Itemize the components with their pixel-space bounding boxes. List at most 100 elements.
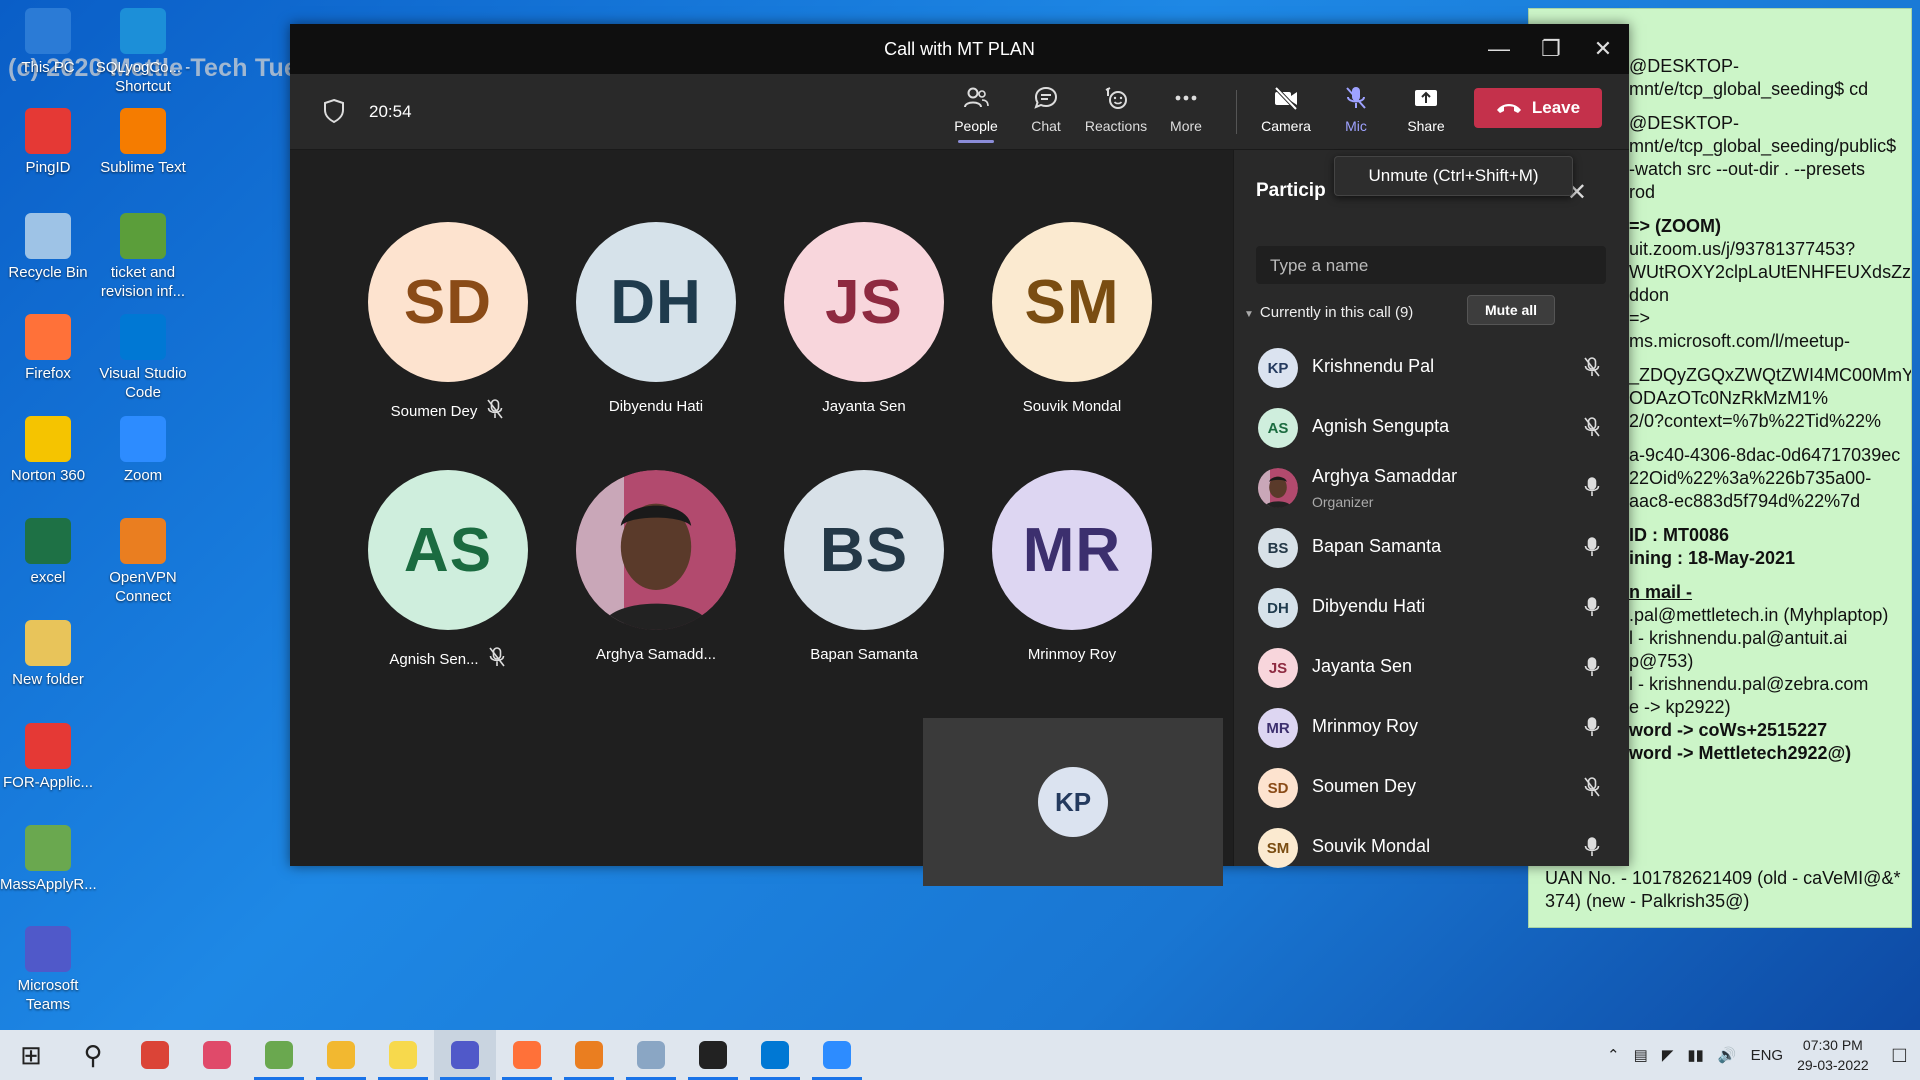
- desktop-icon[interactable]: Firefox: [0, 314, 96, 383]
- desktop-icon[interactable]: MassApplyR...: [0, 825, 97, 894]
- in-call-section-header[interactable]: ▼ Currently in this call (9): [1244, 304, 1413, 321]
- participant-tile[interactable]: BS Bapan Samanta: [784, 470, 944, 663]
- linux-icon[interactable]: [682, 1030, 744, 1080]
- volume-icon[interactable]: 🔊: [1718, 1046, 1737, 1064]
- mic-icon[interactable]: [1582, 596, 1602, 623]
- participant-row[interactable]: Arghya Samaddar Organizer: [1234, 458, 1630, 518]
- desktop-icon[interactable]: excel: [0, 518, 96, 587]
- chat-icon: [1034, 86, 1058, 109]
- leave-button[interactable]: Leave: [1474, 88, 1602, 128]
- participant-name-text: Bapan Samanta: [810, 646, 918, 663]
- language-indicator[interactable]: ENG: [1751, 1047, 1784, 1064]
- participant-search-input[interactable]: Type a name: [1256, 246, 1606, 284]
- participant-name-text: Arghya Samadd...: [595, 646, 717, 663]
- sticky-line: uit.zoom.us/j/93781377453?: [1629, 239, 1856, 259]
- desktop-icon[interactable]: FOR-Applic...: [0, 723, 96, 792]
- snipping-tool-icon[interactable]: [186, 1030, 248, 1080]
- participant-tile[interactable]: MR Mrinmoy Roy: [992, 470, 1152, 663]
- desktop-icon[interactable]: Visual Studio Code: [95, 314, 191, 402]
- mic-button[interactable]: Mic: [1320, 84, 1392, 134]
- window-titlebar[interactable]: Call with MT PLAN — ❐ ✕: [290, 24, 1629, 74]
- participant-tile[interactable]: Arghya Samadd...: [576, 470, 736, 663]
- mic-icon[interactable]: [1582, 716, 1602, 743]
- firefox-icon[interactable]: [496, 1030, 558, 1080]
- desktop-icon[interactable]: Zoom: [95, 416, 191, 485]
- share-icon: [1415, 90, 1437, 106]
- desktop-icon[interactable]: New folder: [0, 620, 96, 689]
- participant-row[interactable]: MR Mrinmoy Roy: [1234, 698, 1630, 758]
- participant-row[interactable]: SM Souvik Mondal: [1234, 818, 1630, 878]
- participant-row[interactable]: AS Agnish Sengupta: [1234, 398, 1630, 458]
- mic-icon[interactable]: [1582, 476, 1602, 503]
- zoom-icon[interactable]: [806, 1030, 868, 1080]
- chat-button[interactable]: Chat: [1010, 84, 1082, 134]
- participant-tile[interactable]: SD Soumen Dey: [368, 222, 528, 424]
- participant-row[interactable]: BS Bapan Samanta: [1234, 518, 1630, 578]
- participant-name-text: Souvik Mondal: [1022, 398, 1122, 415]
- participant-tile[interactable]: SM Souvik Mondal: [992, 222, 1152, 415]
- system-tray: ⌃ ▤ ◤ ▮▮ 🔊 ENG 07:30 PM 29-03-2022 □: [1607, 1030, 1920, 1080]
- participant-row[interactable]: JS Jayanta Sen: [1234, 638, 1630, 698]
- file-explorer-icon[interactable]: [310, 1030, 372, 1080]
- desktop-icon[interactable]: PingID: [0, 108, 96, 177]
- mic-off-icon: [487, 646, 507, 672]
- wifi-icon[interactable]: ◤: [1662, 1046, 1674, 1064]
- restore-icon[interactable]: ❐: [1525, 24, 1577, 74]
- desktop-app-icon: [25, 416, 71, 462]
- camera-button[interactable]: Camera: [1250, 84, 1322, 134]
- search-icon[interactable]: ⚲: [62, 1030, 124, 1080]
- mic-off-icon[interactable]: [1582, 416, 1602, 443]
- more-button[interactable]: More: [1150, 84, 1222, 134]
- close-icon[interactable]: ✕: [1577, 24, 1629, 74]
- sticky-line: p@753): [1629, 651, 1694, 671]
- clock[interactable]: 07:30 PM 29-03-2022: [1797, 1035, 1869, 1075]
- mic-off-icon[interactable]: [1582, 776, 1602, 803]
- participant-tile[interactable]: JS Jayanta Sen: [784, 222, 944, 415]
- desktop-icon[interactable]: Microsoft Teams: [0, 926, 96, 1014]
- teams-icon[interactable]: [434, 1030, 496, 1080]
- mute-all-button[interactable]: Mute all: [1467, 295, 1555, 325]
- participant-avatar: BS: [784, 470, 944, 630]
- sticky-notes-icon[interactable]: [372, 1030, 434, 1080]
- reactions-button[interactable]: Reactions: [1080, 84, 1152, 134]
- mass-apply-icon[interactable]: [248, 1030, 310, 1080]
- participant-row[interactable]: DH Dibyendu Hati: [1234, 578, 1630, 638]
- desktop-icon[interactable]: Sublime Text: [95, 108, 191, 177]
- participant-row[interactable]: SD Soumen Dey: [1234, 758, 1630, 818]
- mic-off-icon[interactable]: [1582, 356, 1602, 383]
- share-button[interactable]: Share: [1390, 84, 1462, 134]
- desktop-icon[interactable]: OpenVPN Connect: [95, 518, 191, 606]
- minimize-icon[interactable]: —: [1473, 24, 1525, 74]
- mic-icon[interactable]: [1582, 536, 1602, 563]
- desktop-icon[interactable]: This PC: [0, 8, 96, 77]
- participant-tile[interactable]: DH Dibyendu Hati: [576, 222, 736, 415]
- vscode-icon[interactable]: [744, 1030, 806, 1080]
- openvpn-icon[interactable]: [558, 1030, 620, 1080]
- panel-title: Particip: [1256, 180, 1326, 201]
- desktop-app-icon: [120, 416, 166, 462]
- participant-name: Dibyendu Hati: [576, 398, 736, 415]
- network-icon[interactable]: ▤: [1634, 1046, 1648, 1064]
- mic-icon[interactable]: [1582, 656, 1602, 683]
- desktop-icon-label: ticket and revision inf...: [100, 264, 186, 300]
- chrome-icon[interactable]: [124, 1030, 186, 1080]
- participant-row[interactable]: KP Krishnendu Pal: [1234, 338, 1630, 398]
- sticky-line: word -> coWs+2515227: [1629, 720, 1828, 740]
- desktop-icon-label: Visual Studio Code: [99, 365, 187, 401]
- chevron-down-icon: ▼: [1244, 309, 1254, 320]
- desktop-icon[interactable]: SQLyogCo... - Shortcut: [95, 8, 191, 96]
- self-view[interactable]: KP: [923, 718, 1223, 886]
- windows-start-icon[interactable]: ⊞: [0, 1030, 62, 1080]
- battery-icon[interactable]: ▮▮: [1687, 1046, 1704, 1064]
- desktop-icon[interactable]: Norton 360: [0, 416, 96, 485]
- participant-tile[interactable]: AS Agnish Sen...: [368, 470, 528, 672]
- people-button[interactable]: People: [940, 84, 1012, 143]
- notification-icon[interactable]: □: [1893, 1042, 1906, 1068]
- sticky-line: a-9c40-4306-8dac-0d64717039ec: [1629, 445, 1901, 465]
- desktop-icon[interactable]: ticket and revision inf...: [95, 213, 191, 301]
- image-viewer-icon[interactable]: [620, 1030, 682, 1080]
- mic-icon[interactable]: [1582, 836, 1602, 863]
- chevron-up-icon[interactable]: ⌃: [1607, 1046, 1620, 1064]
- desktop-icon[interactable]: Recycle Bin: [0, 213, 96, 282]
- more-icon: [1175, 95, 1197, 101]
